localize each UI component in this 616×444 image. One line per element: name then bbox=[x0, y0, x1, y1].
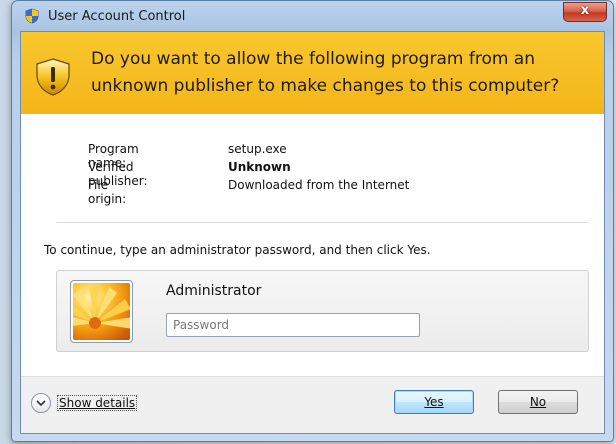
yes-button-label: Yes bbox=[424, 395, 444, 409]
detail-value: Unknown bbox=[228, 160, 291, 174]
title-bar[interactable]: User Account Control x bbox=[12, 1, 613, 31]
user-name: Administrator bbox=[166, 283, 262, 299]
uac-dialog: User Account Control x Do you want to al… bbox=[11, 0, 614, 442]
chevron-down-icon bbox=[36, 400, 46, 407]
dialog-content: Do you want to allow the following progr… bbox=[20, 31, 605, 434]
close-icon: x bbox=[580, 3, 590, 18]
avatar bbox=[70, 280, 133, 343]
warning-message: Do you want to allow the following progr… bbox=[91, 49, 560, 96]
no-button[interactable]: No bbox=[498, 390, 578, 414]
password-field[interactable] bbox=[166, 313, 420, 337]
detail-label: File origin: bbox=[88, 178, 127, 206]
detail-value: setup.exe bbox=[228, 142, 287, 156]
yes-button[interactable]: Yes bbox=[394, 390, 474, 414]
window-title: User Account Control bbox=[48, 9, 186, 24]
divider bbox=[56, 222, 588, 223]
credential-tile: Administrator bbox=[56, 270, 589, 352]
dialog-footer: Show details Yes No bbox=[21, 376, 604, 433]
show-details-toggle[interactable] bbox=[31, 393, 51, 413]
close-button[interactable]: x bbox=[563, 2, 607, 22]
no-button-label: No bbox=[529, 395, 547, 409]
uac-shield-icon bbox=[25, 8, 39, 24]
detail-value: Downloaded from the Internet bbox=[228, 178, 410, 192]
show-details-link[interactable]: Show details bbox=[57, 395, 138, 411]
warning-shield-icon bbox=[36, 58, 70, 96]
flower-avatar-icon bbox=[73, 283, 130, 340]
instruction-text: To continue, type an administrator passw… bbox=[44, 243, 431, 257]
warning-banner: Do you want to allow the following progr… bbox=[21, 32, 604, 114]
